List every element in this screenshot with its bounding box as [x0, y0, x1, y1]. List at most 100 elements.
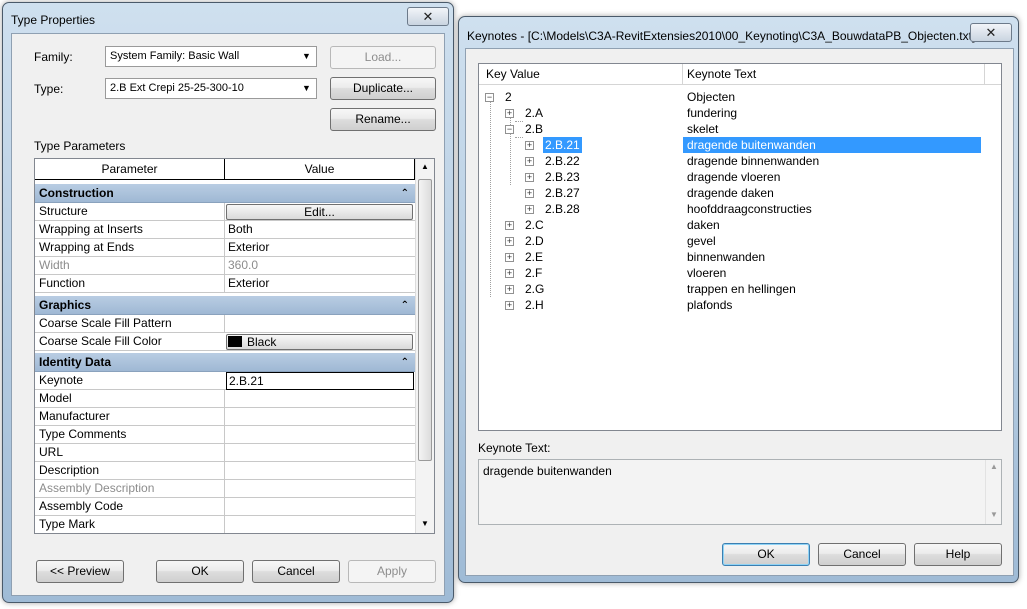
param-row[interactable]: Function Exterior [35, 275, 415, 293]
param-row[interactable]: Assembly Code [35, 498, 415, 516]
scroll-up-arrow-icon[interactable]: ▲ [421, 162, 429, 171]
param-name: Assembly Description [39, 481, 155, 495]
keynote-text: dragende daken [687, 186, 774, 200]
tree-node[interactable]: + 2.G trappen en hellingen [479, 281, 979, 297]
key-value-column-header[interactable]: Key Value [479, 64, 683, 85]
plus-box-icon[interactable]: + [505, 109, 514, 118]
key-value: 2.G [525, 282, 545, 296]
rename-button[interactable]: Rename... [330, 108, 436, 131]
param-row[interactable]: Keynote 2.B.21 [35, 372, 415, 390]
close-icon: ✕ [422, 9, 434, 24]
param-value[interactable]: Both [228, 221, 253, 238]
color-picker-button[interactable]: Black [226, 334, 413, 350]
double-chevron-up-icon[interactable]: ⌃ [401, 296, 409, 315]
param-row: Assembly Description [35, 480, 415, 498]
plus-box-icon[interactable]: + [505, 301, 514, 310]
param-row[interactable]: URL [35, 444, 415, 462]
group-construction[interactable]: Construction ⌃ [35, 184, 415, 203]
minus-box-icon[interactable]: − [505, 125, 514, 134]
text-scrollbar[interactable]: ▲ ▼ [985, 460, 1001, 524]
tree-node[interactable]: + 2.H plafonds [479, 297, 979, 313]
tree-node[interactable]: + 2.B.23 dragende vloeren [479, 169, 979, 185]
scroll-up-arrow-icon[interactable]: ▲ [990, 462, 998, 471]
keynote-text-area[interactable]: dragende buitenwanden ▲ ▼ [478, 459, 1002, 525]
plus-box-icon[interactable]: + [505, 221, 514, 230]
help-button[interactable]: Help [914, 543, 1002, 566]
keynote-text: gevel [687, 234, 716, 248]
param-row[interactable]: Description [35, 462, 415, 480]
param-value[interactable]: Exterior [228, 239, 269, 256]
plus-box-icon[interactable]: + [505, 237, 514, 246]
scroll-down-arrow-icon[interactable]: ▼ [421, 519, 429, 528]
tree-node[interactable]: + 2.A fundering [479, 105, 979, 121]
ok-button[interactable]: OK [722, 543, 810, 566]
tree-node[interactable]: − 2 Objecten [479, 89, 979, 105]
scroll-down-arrow-icon[interactable]: ▼ [990, 510, 998, 519]
tree-node[interactable]: + 2.B.28 hoofddraagconstructies [479, 201, 979, 217]
cell-divider [224, 257, 225, 275]
plus-box-icon[interactable]: + [525, 205, 534, 214]
double-chevron-up-icon[interactable]: ⌃ [401, 353, 409, 372]
chevron-down-icon: ▼ [302, 83, 311, 93]
edit-structure-button[interactable]: Edit... [226, 204, 413, 220]
plus-box-icon[interactable]: + [525, 173, 534, 182]
key-value: 2.A [525, 106, 544, 120]
tree-node[interactable]: + 2.B.27 dragende daken [479, 185, 979, 201]
param-row[interactable]: Coarse Scale Fill Color Black [35, 333, 415, 351]
plus-box-icon[interactable]: + [525, 189, 534, 198]
param-row[interactable]: Wrapping at Inserts Both [35, 221, 415, 239]
keynote-input[interactable]: 2.B.21 [226, 372, 414, 390]
ok-button[interactable]: OK [156, 560, 244, 583]
tree-node[interactable]: + 2.E binnenwanden [479, 249, 979, 265]
group-graphics[interactable]: Graphics ⌃ [35, 296, 415, 315]
plus-box-icon[interactable]: + [505, 269, 514, 278]
cell-divider [224, 516, 225, 533]
cancel-button[interactable]: Cancel [818, 543, 906, 566]
cell-divider [224, 444, 225, 462]
param-row[interactable]: Model [35, 390, 415, 408]
tree-node[interactable]: + 2.F vloeren [479, 265, 979, 281]
key-value: 2.D [525, 234, 544, 248]
double-chevron-up-icon[interactable]: ⌃ [401, 184, 409, 203]
duplicate-button[interactable]: Duplicate... [330, 77, 436, 100]
cancel-button[interactable]: Cancel [252, 560, 340, 583]
tree-node[interactable]: + 2.B.22 dragende binnenwanden [479, 153, 979, 169]
param-name: Keynote [39, 373, 84, 387]
plus-box-icon[interactable]: + [525, 157, 534, 166]
scroll-thumb[interactable] [418, 179, 432, 461]
param-name: Coarse Scale Fill Color [39, 334, 162, 348]
param-row[interactable]: Structure Edit... [35, 203, 415, 221]
param-row[interactable]: Coarse Scale Fill Pattern [35, 315, 415, 333]
param-name: Function [39, 276, 86, 290]
family-select[interactable]: System Family: Basic Wall ▼ [105, 46, 317, 67]
param-row[interactable]: Type Mark [35, 516, 415, 533]
plus-box-icon[interactable]: + [525, 141, 534, 150]
dialog-body: Family: System Family: Basic Wall ▼ Load… [11, 33, 445, 596]
parameter-scrollbar[interactable]: ▲ ▼ [415, 159, 434, 533]
value-column-header[interactable]: Value [225, 159, 415, 180]
group-identity-data[interactable]: Identity Data ⌃ [35, 353, 415, 372]
param-row[interactable]: Wrapping at Ends Exterior [35, 239, 415, 257]
tree-node[interactable]: − 2.B skelet [479, 121, 979, 137]
tree-node-selected[interactable]: + 2.B.21 dragende buitenwanden [479, 137, 981, 153]
load-button[interactable]: Load... [330, 46, 436, 69]
type-label: Type: [34, 82, 64, 96]
keynote-text-column-header[interactable]: Keynote Text [683, 64, 985, 85]
param-row[interactable]: Type Comments [35, 426, 415, 444]
parameter-column-header[interactable]: Parameter [35, 159, 225, 180]
tree-node[interactable]: + 2.D gevel [479, 233, 979, 249]
param-value[interactable]: Exterior [228, 275, 269, 292]
type-select[interactable]: 2.B Ext Crepi 25-25-300-10 ▼ [105, 78, 317, 99]
apply-button[interactable]: Apply [348, 560, 436, 583]
plus-box-icon[interactable]: + [505, 253, 514, 262]
param-name: Assembly Code [39, 499, 124, 513]
preview-button[interactable]: << Preview [36, 560, 124, 583]
minus-box-icon[interactable]: − [485, 93, 494, 102]
tree-node[interactable]: + 2.C daken [479, 217, 979, 233]
plus-box-icon[interactable]: + [505, 285, 514, 294]
close-button[interactable]: ✕ [970, 23, 1012, 42]
close-button[interactable]: ✕ [407, 7, 449, 26]
param-row[interactable]: Manufacturer [35, 408, 415, 426]
key-value: 2.F [525, 266, 543, 280]
type-value: 2.B Ext Crepi 25-25-300-10 [110, 82, 244, 94]
